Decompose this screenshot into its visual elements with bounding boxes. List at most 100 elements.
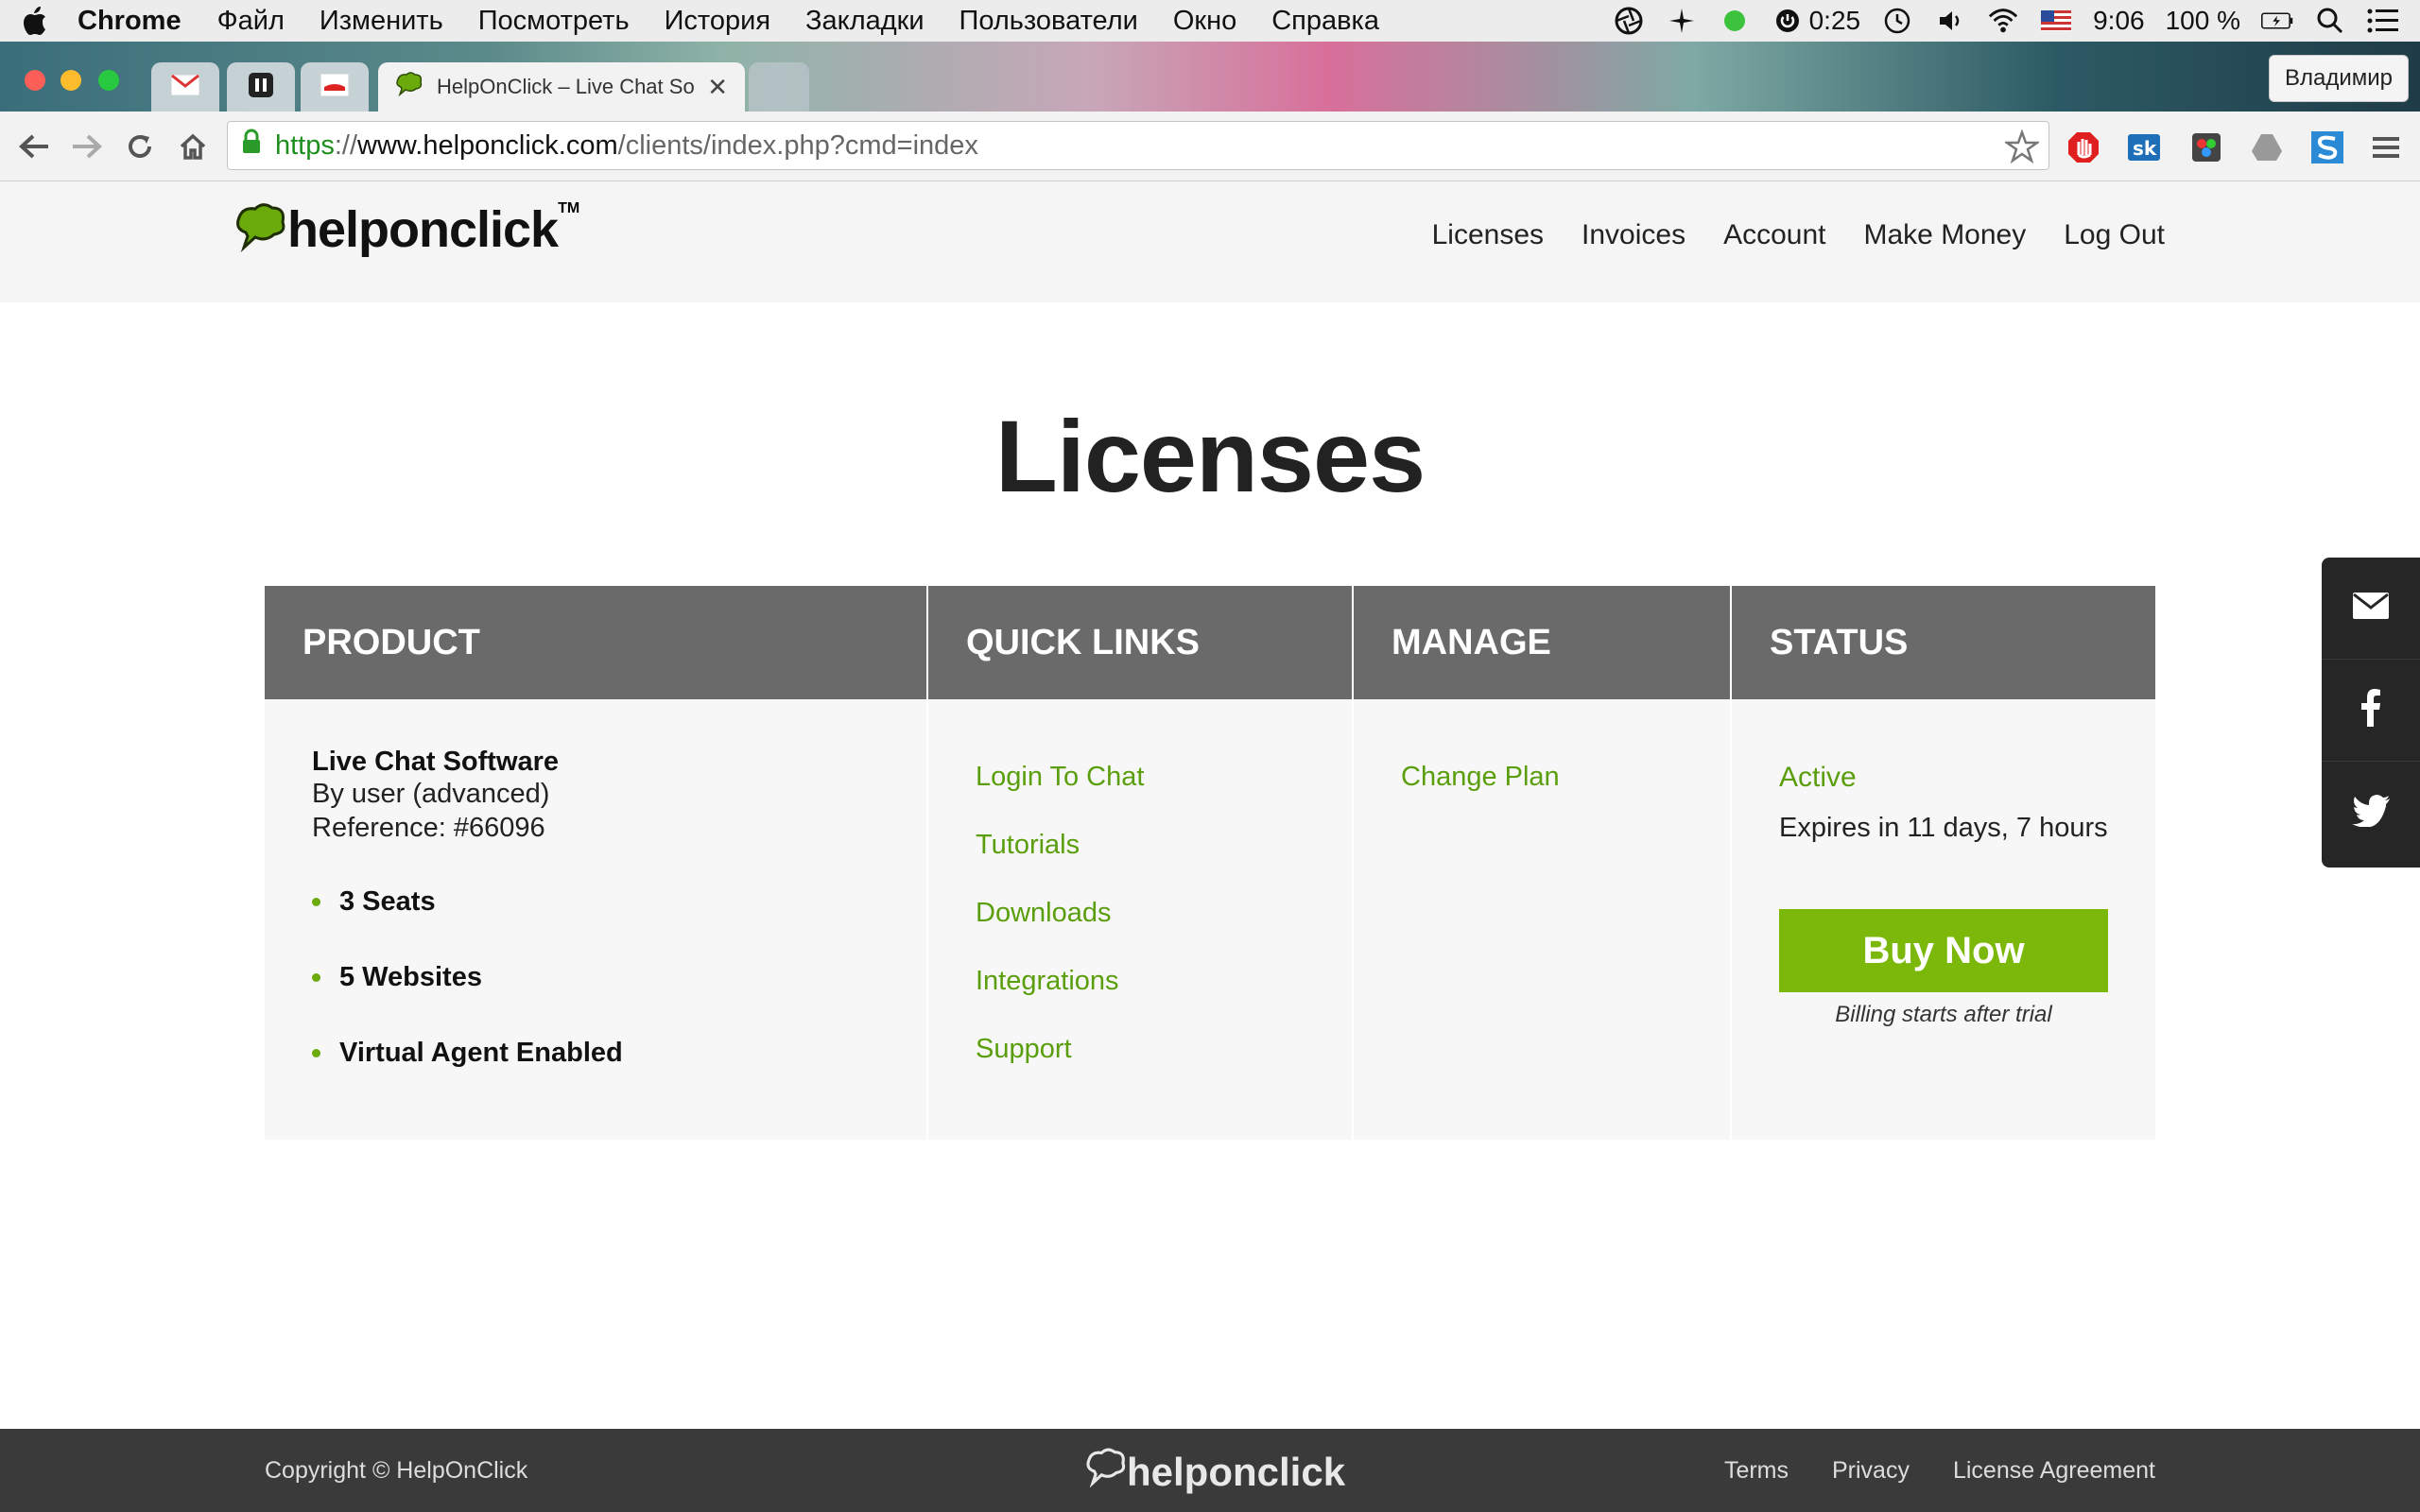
feature-item: 3 Seats: [312, 886, 436, 918]
profile-button[interactable]: Владимир: [2268, 55, 2409, 102]
svg-text:sk: sk: [2133, 137, 2157, 160]
header-status: STATUS: [1732, 586, 2155, 699]
top-navigation: Licenses Invoices Account Make Money Log…: [1432, 219, 2165, 251]
battery-percent: 100 %: [2165, 6, 2240, 35]
menu-bookmarks[interactable]: Закладки: [805, 6, 925, 37]
site-footer: Copyright © HelpOnClick helponclick Term…: [0, 1429, 2420, 1512]
battery-icon[interactable]: [2261, 5, 2293, 37]
clock-text[interactable]: 9:06: [2093, 6, 2145, 36]
new-tab-button[interactable]: [749, 62, 809, 112]
nav-log-out[interactable]: Log Out: [2064, 219, 2165, 251]
licenses-table: PRODUCT QUICK LINKS MANAGE STATUS Live C…: [265, 586, 2155, 1140]
adblock-extension-icon[interactable]: [2065, 129, 2102, 166]
copyright-text: Copyright © HelpOnClick: [265, 1457, 528, 1484]
chrome-menu-icon[interactable]: [2367, 129, 2405, 166]
logo-wordmark: helponclick: [287, 201, 559, 258]
active-tab-title: HelpOnClick – Live Chat So: [437, 75, 695, 98]
helponclick-logo-icon: [234, 202, 287, 258]
sk-extension-icon[interactable]: sk: [2125, 129, 2163, 166]
link-downloads[interactable]: Downloads: [976, 898, 1111, 929]
link-support[interactable]: Support: [976, 1034, 1072, 1065]
browser-tab-strip: HelpOnClick – Live Chat So ✕ Владимир: [0, 42, 2420, 112]
billing-note: Billing starts after trial: [1835, 1002, 2052, 1027]
macos-menubar: Chrome Файл Изменить Посмотреть История …: [0, 0, 2420, 42]
footer-link-privacy[interactable]: Privacy: [1832, 1457, 1910, 1485]
menu-people[interactable]: Пользователи: [959, 6, 1138, 37]
red-app-icon: [320, 73, 350, 101]
link-login-to-chat[interactable]: Login To Chat: [976, 762, 1144, 793]
nav-invoices[interactable]: Invoices: [1582, 219, 1685, 251]
bookmark-star-icon[interactable]: [2003, 129, 2041, 171]
facebook-share-button[interactable]: [2322, 660, 2420, 762]
menu-edit[interactable]: Изменить: [320, 6, 443, 37]
tab-pause[interactable]: [227, 62, 295, 112]
s-extension-icon[interactable]: [2308, 129, 2346, 166]
status-active: Active: [1779, 762, 1857, 793]
logo-trademark: TM: [558, 200, 580, 216]
menu-view[interactable]: Посмотреть: [478, 6, 630, 37]
home-icon[interactable]: [172, 126, 214, 167]
site-logo[interactable]: helponclick TM: [234, 200, 579, 259]
us-flag-icon[interactable]: [2040, 5, 2072, 37]
header-product: PRODUCT: [265, 586, 926, 699]
url-path: /clients/index.php?cmd=index: [617, 129, 978, 161]
address-bar[interactable]: https://www.helponclick.com/clients/inde…: [227, 121, 2049, 170]
footer-logo[interactable]: helponclick: [1085, 1448, 1345, 1497]
header-manage: MANAGE: [1354, 586, 1730, 699]
menu-window[interactable]: Окно: [1173, 6, 1236, 37]
product-owner: By user (advanced): [312, 779, 550, 809]
drive-extension-icon[interactable]: [2248, 129, 2286, 166]
link-change-plan[interactable]: Change Plan: [1401, 762, 1560, 793]
status-dot-icon[interactable]: [1719, 5, 1751, 37]
header-quick-links: QUICK LINKS: [928, 586, 1352, 699]
footer-logo-wordmark: helponclick: [1127, 1450, 1346, 1494]
power-timer-icon[interactable]: [1772, 5, 1804, 37]
close-tab-icon[interactable]: ✕: [707, 73, 728, 102]
twitter-share-button[interactable]: [2322, 762, 2420, 864]
forward-icon[interactable]: [66, 126, 108, 167]
aperture-icon[interactable]: [1613, 5, 1645, 37]
browser-toolbar: https://www.helponclick.com/clients/inde…: [0, 112, 2420, 181]
expiry-text: Expires in 11 days, 7 hours: [1779, 813, 2108, 843]
menu-app-name[interactable]: Chrome: [78, 6, 182, 37]
time-machine-icon[interactable]: [1881, 5, 1913, 37]
zoom-window-button[interactable]: [98, 70, 119, 91]
tab-helponclick-active[interactable]: HelpOnClick – Live Chat So ✕: [378, 62, 745, 112]
volume-icon[interactable]: [1934, 5, 1966, 37]
spotlight-search-icon[interactable]: [2314, 5, 2346, 37]
feature-label: 3 Seats: [339, 886, 436, 917]
notification-center-icon[interactable]: [2367, 5, 2399, 37]
social-share-bar: [2322, 558, 2420, 868]
email-share-button[interactable]: [2322, 558, 2420, 660]
back-icon[interactable]: [13, 126, 55, 167]
envelope-icon: [2352, 592, 2390, 625]
page-title: Licenses: [994, 399, 1426, 513]
footer-links: Terms Privacy License Agreement: [1724, 1457, 2155, 1485]
nav-licenses[interactable]: Licenses: [1432, 219, 1544, 251]
buy-now-button[interactable]: Buy Now: [1779, 909, 2108, 992]
minimize-window-button[interactable]: [60, 70, 81, 91]
feature-label: Virtual Agent Enabled: [339, 1038, 623, 1068]
color-extension-icon[interactable]: [2187, 129, 2225, 166]
wifi-icon[interactable]: [1987, 5, 2019, 37]
tab-red-app[interactable]: [301, 62, 369, 112]
menu-file[interactable]: Файл: [217, 6, 285, 37]
apple-icon[interactable]: [21, 5, 49, 37]
link-tutorials[interactable]: Tutorials: [976, 830, 1080, 861]
lock-icon[interactable]: [241, 129, 262, 163]
nav-account[interactable]: Account: [1723, 219, 1825, 251]
tab-gmail[interactable]: [151, 62, 219, 112]
menu-history[interactable]: История: [665, 6, 770, 37]
close-window-button[interactable]: [25, 70, 45, 91]
footer-link-license-agreement[interactable]: License Agreement: [1953, 1457, 2155, 1485]
product-reference: Reference: #66096: [312, 813, 545, 843]
url-scheme: https: [275, 129, 335, 161]
nav-make-money[interactable]: Make Money: [1864, 219, 2027, 251]
gmail-icon: [170, 74, 200, 100]
footer-link-terms[interactable]: Terms: [1724, 1457, 1789, 1485]
sparkle-icon[interactable]: [1666, 5, 1698, 37]
menu-help[interactable]: Справка: [1271, 6, 1379, 37]
feature-label: 5 Websites: [339, 962, 482, 992]
reload-icon[interactable]: [119, 126, 161, 167]
link-integrations[interactable]: Integrations: [976, 966, 1119, 997]
